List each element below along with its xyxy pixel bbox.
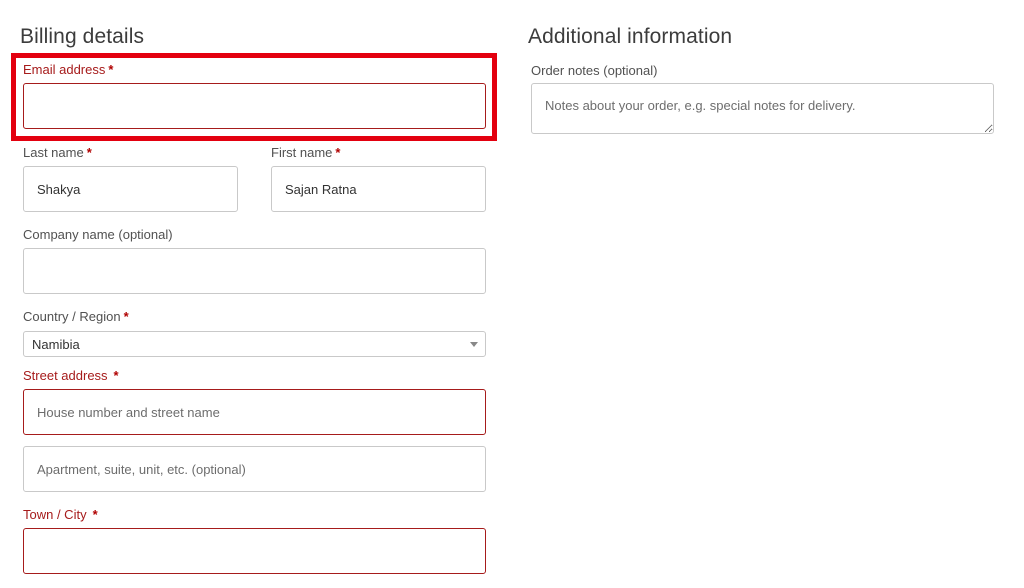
required-marker: * bbox=[123, 309, 129, 324]
first-name-label: First name * bbox=[271, 145, 340, 160]
billing-details-heading: Billing details bbox=[20, 25, 145, 48]
street-address-label-text: Street address bbox=[23, 368, 108, 383]
street-address-line1-field[interactable] bbox=[23, 389, 486, 435]
country-label: Country / Region * bbox=[23, 309, 129, 324]
order-notes-label: Order notes (optional) bbox=[531, 63, 658, 78]
company-label: Company name (optional) bbox=[23, 227, 173, 242]
street-address-line2-field[interactable] bbox=[23, 446, 486, 492]
country-label-text: Country / Region bbox=[23, 309, 121, 324]
town-city-label: Town / City * bbox=[23, 507, 98, 522]
chevron-down-icon bbox=[470, 342, 478, 347]
additional-information-heading: Additional information bbox=[528, 25, 733, 48]
required-marker: * bbox=[335, 145, 341, 160]
first-name-label-text: First name bbox=[271, 145, 333, 160]
required-marker: * bbox=[86, 145, 92, 160]
last-name-label: Last name * bbox=[23, 145, 92, 160]
last-name-label-text: Last name bbox=[23, 145, 84, 160]
required-marker: * bbox=[113, 368, 119, 383]
street-address-label: Street address * bbox=[23, 368, 119, 383]
email-label: Email address * bbox=[23, 62, 113, 77]
first-name-field[interactable] bbox=[271, 166, 486, 212]
required-marker: * bbox=[92, 507, 98, 522]
country-select-value: Namibia bbox=[32, 336, 80, 352]
order-notes-field[interactable] bbox=[531, 83, 994, 134]
email-label-text: Email address bbox=[23, 62, 106, 77]
required-marker: * bbox=[108, 62, 114, 77]
town-city-field[interactable] bbox=[23, 528, 486, 574]
email-field[interactable] bbox=[23, 83, 486, 129]
company-field[interactable] bbox=[23, 248, 486, 294]
last-name-field[interactable] bbox=[23, 166, 238, 212]
town-city-label-text: Town / City bbox=[23, 507, 87, 522]
country-select[interactable]: Namibia bbox=[23, 331, 486, 357]
